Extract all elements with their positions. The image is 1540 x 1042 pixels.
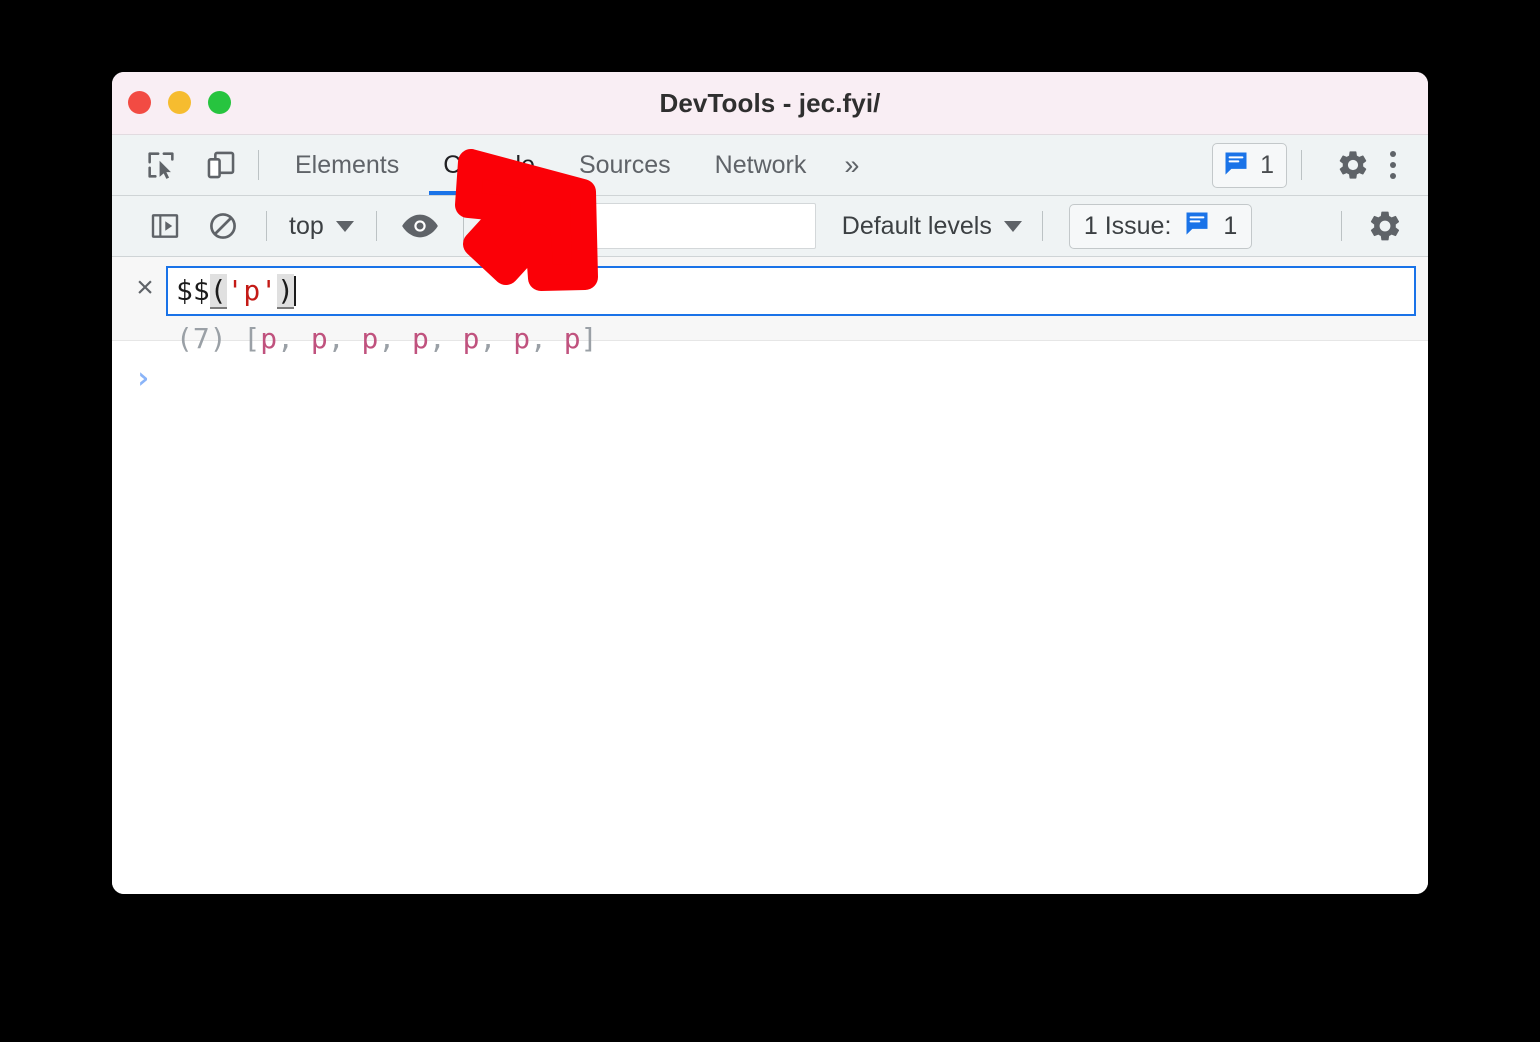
result-separator: ,	[378, 322, 413, 355]
result-node-item[interactable]: p	[311, 322, 328, 355]
issue-message-icon	[1183, 209, 1211, 244]
eye-icon[interactable]	[397, 203, 443, 249]
result-items: p, p, p, p, p, p, p	[260, 322, 580, 355]
filter-input[interactable]: Filter	[485, 203, 816, 249]
devtools-tabbar: Elements Console Sources Network » 1	[112, 135, 1428, 196]
devtools-window: DevTools - jec.fyi/ Elements Console Sou…	[112, 72, 1428, 894]
result-separator: ,	[530, 322, 564, 355]
expr-token-open-paren: (	[209, 274, 227, 309]
console-toolbar-actions	[1327, 203, 1414, 249]
filter-placeholder: Filter	[498, 211, 555, 240]
issues-badge-count: 1	[1260, 150, 1274, 179]
chevron-down-icon	[1003, 220, 1022, 232]
result-node-item[interactable]: p	[463, 322, 480, 355]
live-expression-result: (7) [p, p, p, p, p, p, p]	[166, 316, 1416, 355]
result-separator: ,	[327, 322, 362, 355]
tab-sources-label: Sources	[578, 150, 671, 179]
tab-console-label: Console	[443, 150, 535, 179]
expr-token-close-paren: )	[277, 274, 295, 309]
console-toolbar-divider-4	[1041, 211, 1043, 241]
prompt-chevron-icon: ›	[134, 360, 153, 396]
panel-tabs: Elements Console Sources Network »	[273, 135, 875, 195]
clear-console-icon[interactable]	[200, 203, 246, 249]
expr-token-function: $$	[176, 274, 210, 307]
three-dot-menu-icon[interactable]	[1376, 151, 1410, 179]
chevron-down-icon	[335, 220, 354, 232]
gear-icon[interactable]	[1362, 203, 1408, 249]
console-toolbar-divider-2	[375, 211, 377, 241]
result-separator: ,	[277, 322, 311, 355]
tabbar-actions-divider	[1301, 150, 1302, 180]
remove-live-expression-button[interactable]: ×	[124, 266, 166, 310]
issue-message-icon	[1222, 149, 1250, 182]
issues-badge-button[interactable]: 1	[1212, 142, 1287, 188]
window-titlebar: DevTools - jec.fyi/	[112, 72, 1428, 135]
result-separator: ,	[479, 322, 514, 355]
log-levels-value: Default levels	[841, 211, 992, 240]
tab-sources[interactable]: Sources	[557, 135, 693, 195]
execution-context-selector[interactable]: top	[281, 212, 362, 241]
result-node-item[interactable]: p	[412, 322, 429, 355]
window-title: DevTools - jec.fyi/	[659, 88, 881, 118]
tab-network[interactable]: Network	[693, 135, 829, 195]
live-expression-input[interactable]: $$('p')	[166, 266, 1416, 316]
tab-network-label: Network	[714, 150, 807, 179]
text-cursor	[294, 276, 297, 306]
inspect-element-icon[interactable]	[138, 142, 184, 188]
log-levels-selector[interactable]: Default levels	[836, 212, 1028, 241]
more-tabs-button[interactable]: »	[828, 135, 875, 195]
console-toolbar-divider-1	[266, 211, 267, 241]
live-expression-code: $$('p')	[176, 274, 297, 309]
live-expression-row: × $$('p') (7) [p, p, p, p, p, p, p]	[112, 257, 1428, 355]
result-node-item[interactable]: p	[513, 322, 530, 355]
result-length-prefix: (7)	[176, 322, 227, 355]
result-open-bracket: [	[226, 322, 261, 355]
tab-elements[interactable]: Elements	[273, 135, 421, 195]
live-expression-content: $$('p') (7) [p, p, p, p, p, p, p]	[166, 266, 1416, 355]
result-close-bracket: ]	[580, 322, 598, 355]
tabbar-divider	[258, 150, 259, 180]
tabbar-actions: 1	[1212, 142, 1428, 188]
tab-console[interactable]: Console	[421, 135, 557, 195]
issue-counter-button[interactable]: 1 Issue: 1	[1068, 203, 1253, 249]
issue-counter-count: 1	[1223, 211, 1238, 240]
gear-icon[interactable]	[1330, 142, 1376, 188]
tab-elements-label: Elements	[295, 150, 400, 179]
issue-counter-label: 1 Issue:	[1083, 211, 1172, 240]
result-node-item[interactable]: p	[361, 322, 378, 355]
execution-context-value: top	[289, 211, 324, 240]
console-toolbar: top Filter Default levels 1 Issue: 1	[112, 196, 1428, 257]
console-toolbar-divider-5	[1341, 211, 1342, 241]
result-node-item[interactable]: p	[260, 322, 277, 355]
console-sidebar-toggle-icon[interactable]	[142, 203, 188, 249]
console-body: × $$('p') (7) [p, p, p, p, p, p, p] ›	[112, 257, 1428, 894]
expr-token-string: 'p'	[226, 274, 278, 307]
result-node-item[interactable]: p	[564, 322, 581, 355]
result-separator: ,	[428, 322, 463, 355]
console-toolbar-divider-3	[462, 211, 464, 241]
device-toolbar-icon[interactable]	[198, 142, 244, 188]
screenshot-root: DevTools - jec.fyi/ Elements Console Sou…	[0, 0, 1540, 1042]
